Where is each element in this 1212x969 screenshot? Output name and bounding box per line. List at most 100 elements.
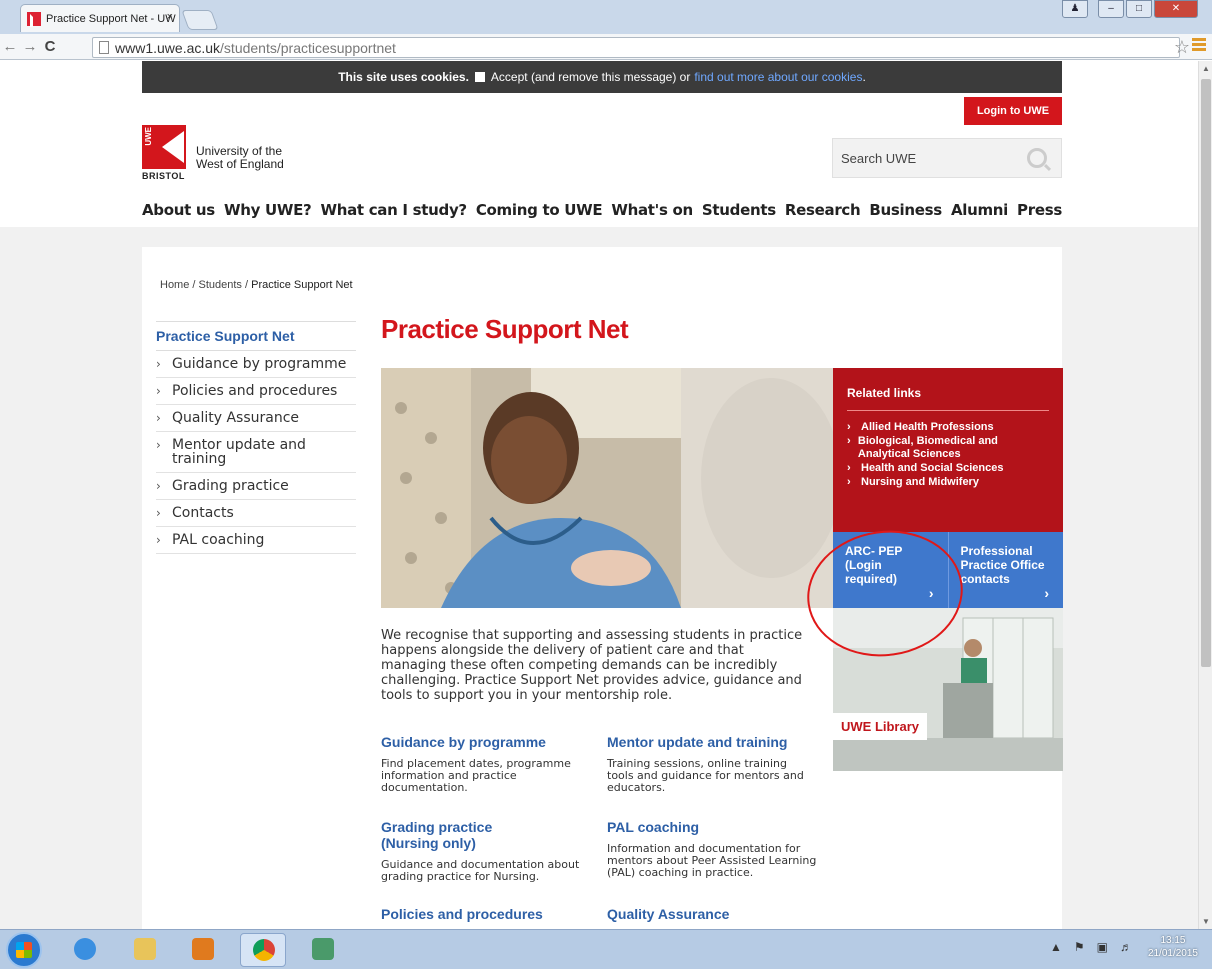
nav-students[interactable]: Students bbox=[702, 201, 776, 219]
nav-business[interactable]: Business bbox=[869, 201, 942, 219]
logo-letters: UWE bbox=[144, 127, 153, 146]
forward-icon[interactable]: → bbox=[20, 38, 40, 55]
nav-about-us[interactable]: About us bbox=[142, 201, 215, 219]
chevron-right-icon: › bbox=[156, 506, 161, 520]
related-link-nursing[interactable]: › Nursing and Midwifery bbox=[847, 476, 1049, 489]
sidebar-item-contacts[interactable]: › Contacts bbox=[156, 500, 356, 527]
start-button[interactable] bbox=[6, 932, 42, 968]
page-title: Practice Support Net bbox=[381, 314, 629, 344]
ppo-contacts-label: Professional Practice Office contacts bbox=[960, 544, 1045, 586]
file-explorer-icon[interactable] bbox=[122, 933, 168, 967]
reload-icon[interactable]: C bbox=[40, 38, 60, 55]
sidebar-item-pal[interactable]: › PAL coaching bbox=[156, 527, 356, 554]
block-guidance-text: Find placement dates, programme informat… bbox=[381, 757, 571, 794]
chevron-right-icon: › bbox=[847, 462, 851, 474]
nav-why-uwe[interactable]: Why UWE? bbox=[224, 201, 312, 219]
breadcrumb-separator: / bbox=[241, 279, 252, 291]
ppo-contacts-tile[interactable]: Professional Practice Office contacts › bbox=[947, 532, 1063, 608]
logo-bristol: BRISTOL bbox=[142, 171, 185, 181]
chevron-right-icon: › bbox=[847, 476, 851, 488]
scroll-down-icon[interactable]: ▼ bbox=[1202, 917, 1210, 926]
related-link-biological[interactable]: › Biological, Biomedical and Analytical S… bbox=[847, 435, 1049, 461]
related-links-title: Related links bbox=[847, 386, 1049, 411]
block-pal-text: Information and documentation for mentor… bbox=[607, 842, 817, 879]
search-input[interactable]: Search UWE bbox=[832, 138, 1062, 178]
sidebar-title[interactable]: Practice Support Net bbox=[156, 321, 356, 351]
maximize-button[interactable]: □ bbox=[1126, 0, 1152, 18]
related-links-panel: Related links › Allied Health Professions… bbox=[833, 368, 1063, 532]
page-scrollbar[interactable]: ▲ ▼ bbox=[1198, 61, 1212, 929]
bookmark-star-icon[interactable]: ☆ bbox=[1174, 37, 1190, 58]
scroll-up-icon[interactable]: ▲ bbox=[1202, 64, 1210, 73]
address-row: ← → C www1.uwe.ac.uk/students/practicesu… bbox=[0, 34, 1212, 60]
volume-icon[interactable]: ♬ bbox=[1120, 940, 1132, 954]
sidebar-item-label: Quality Assurance bbox=[172, 410, 300, 426]
nav-research[interactable]: Research bbox=[785, 201, 861, 219]
browser-tab[interactable]: Practice Support Net - UW × bbox=[20, 4, 180, 32]
related-link-label: Allied Health Professions bbox=[861, 421, 994, 433]
block-mentor-link[interactable]: Mentor update and training bbox=[607, 734, 817, 750]
chevron-right-icon: › bbox=[1044, 585, 1049, 601]
nav-press[interactable]: Press bbox=[1017, 201, 1062, 219]
block-mentor-text: Training sessions, online training tools… bbox=[607, 757, 804, 794]
nav-what-can-i-study[interactable]: What can I study? bbox=[320, 201, 467, 219]
chevron-right-icon: › bbox=[156, 479, 161, 493]
block-policies-link[interactable]: Policies and procedures bbox=[381, 906, 591, 922]
flag-icon[interactable]: ⚑ bbox=[1074, 940, 1085, 954]
tab-close-icon[interactable]: × bbox=[167, 11, 173, 23]
sidebar-item-label: Mentor update and training bbox=[172, 437, 306, 467]
university-name-line2: West of England bbox=[196, 157, 284, 171]
uwe-favicon-icon bbox=[27, 11, 41, 27]
media-player-icon[interactable] bbox=[180, 933, 226, 967]
sidebar-item-label: Policies and procedures bbox=[172, 383, 338, 399]
uwe-logo[interactable]: UWE BRISTOL University of the West of En… bbox=[142, 125, 312, 183]
related-link-label: Biological, Biomedical and Analytical Sc… bbox=[857, 435, 998, 460]
user-icon[interactable]: ♟ bbox=[1062, 0, 1088, 18]
sidebar-item-mentor[interactable]: › Mentor update and training bbox=[156, 432, 356, 473]
cookie-accept-text: Accept (and remove this message) or bbox=[490, 70, 691, 84]
related-link-label: Nursing and Midwifery bbox=[861, 476, 979, 488]
search-icon[interactable] bbox=[1027, 148, 1047, 168]
tray-expand-icon[interactable]: ▲ bbox=[1050, 940, 1062, 954]
related-link-allied-health[interactable]: › Allied Health Professions bbox=[847, 421, 1049, 434]
nav-whats-on[interactable]: What's on bbox=[611, 201, 693, 219]
chevron-right-icon: › bbox=[847, 421, 851, 433]
nav-alumni[interactable]: Alumni bbox=[951, 201, 1008, 219]
cookie-accept-checkbox[interactable] bbox=[474, 72, 485, 82]
network-icon[interactable]: ▣ bbox=[1097, 940, 1108, 954]
nav-coming-to-uwe[interactable]: Coming to UWE bbox=[476, 201, 603, 219]
scrollbar-thumb[interactable] bbox=[1201, 79, 1211, 667]
minimize-button[interactable]: – bbox=[1098, 0, 1124, 18]
sidebar-item-grading[interactable]: › Grading practice bbox=[156, 473, 356, 500]
address-bar[interactable]: www1.uwe.ac.uk/students/practicesupportn… bbox=[92, 37, 1180, 58]
sidebar-item-policies[interactable]: › Policies and procedures bbox=[156, 378, 356, 405]
breadcrumb-home[interactable]: Home bbox=[160, 279, 189, 291]
menu-icon[interactable] bbox=[1192, 38, 1206, 53]
back-icon[interactable]: ← bbox=[0, 38, 20, 55]
sidebar-item-guidance[interactable]: › Guidance by programme bbox=[156, 351, 356, 378]
block-grading-link[interactable]: Grading practice (Nursing only) bbox=[381, 819, 511, 851]
sidebar-item-quality[interactable]: › Quality Assurance bbox=[156, 405, 356, 432]
breadcrumb-students[interactable]: Students bbox=[199, 279, 242, 291]
web-page: This site uses cookies. Accept (and remo… bbox=[0, 61, 1198, 929]
related-link-health-social[interactable]: › Health and Social Sciences bbox=[847, 462, 1049, 475]
cookie-info-link[interactable]: find out more about our cookies bbox=[694, 70, 862, 84]
app-icon[interactable] bbox=[300, 933, 346, 967]
search-placeholder: Search UWE bbox=[841, 151, 917, 166]
clock[interactable]: 13:15 21/01/2015 bbox=[1148, 934, 1198, 960]
cookie-notice: This site uses cookies. bbox=[338, 70, 469, 84]
block-guidance-link[interactable]: Guidance by programme bbox=[381, 734, 591, 750]
block-quality-link[interactable]: Quality Assurance bbox=[607, 906, 817, 922]
new-tab-button[interactable] bbox=[181, 10, 219, 30]
login-button[interactable]: Login to UWE bbox=[964, 97, 1062, 125]
close-window-button[interactable]: ✕ bbox=[1154, 0, 1198, 18]
sidebar-item-label: Contacts bbox=[172, 505, 234, 521]
internet-explorer-icon[interactable] bbox=[62, 933, 108, 967]
chevron-right-icon: › bbox=[156, 357, 161, 371]
system-tray: ▲ ⚑ ▣ ♬ bbox=[1050, 940, 1132, 954]
block-pal-link[interactable]: PAL coaching bbox=[607, 819, 817, 835]
related-link-label: Health and Social Sciences bbox=[861, 462, 1004, 474]
breadcrumb-separator: / bbox=[189, 279, 199, 291]
chrome-icon[interactable] bbox=[240, 933, 286, 967]
browser-titlebar: Practice Support Net - UW × ♟ – □ ✕ bbox=[0, 0, 1212, 34]
